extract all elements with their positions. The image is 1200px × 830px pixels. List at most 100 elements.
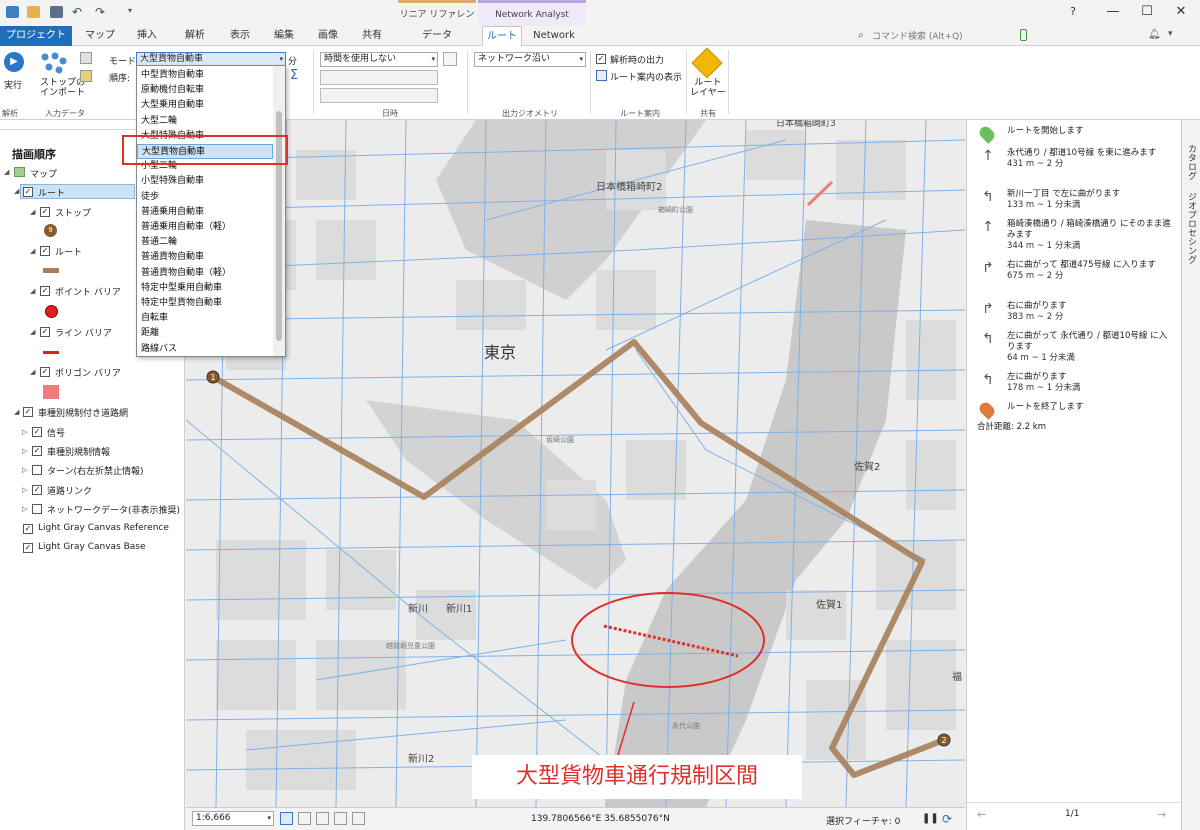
map-canvas[interactable]: 1 2 日本橋箱崎町3 日本橋箱崎町2 箱崎町公園 東京 坂崎公園 佐賀2 佐賀…: [186, 120, 965, 807]
open-project-icon[interactable]: [27, 6, 40, 18]
toc-polygon-barrier[interactable]: ポリゴン バリア: [55, 366, 121, 379]
mode-option[interactable]: 普通貨物自動車: [137, 250, 273, 265]
stop-1[interactable]: 1: [206, 370, 220, 384]
run-icon[interactable]: ▶: [4, 52, 24, 72]
route-layer-label[interactable]: ルート レイヤー: [690, 78, 726, 98]
road-link-checkbox[interactable]: ✓: [32, 485, 42, 495]
tab-edit[interactable]: 編集: [266, 26, 302, 46]
date-field[interactable]: [320, 70, 438, 85]
next-page-icon[interactable]: →: [1157, 808, 1166, 821]
sum-icon[interactable]: Σ: [290, 68, 298, 83]
mode-option[interactable]: 小型特殊自動車: [137, 174, 273, 189]
undo-icon[interactable]: ↶: [72, 5, 82, 19]
show-directions-label[interactable]: ルート案内の表示: [610, 70, 682, 83]
save-icon[interactable]: [50, 6, 63, 18]
directions-icon[interactable]: [596, 70, 607, 81]
import-stops-label[interactable]: ストップの インポート: [40, 78, 85, 98]
toc-route-layer[interactable]: ルート: [38, 186, 65, 199]
import-stops-icon[interactable]: [40, 52, 68, 74]
tab-analysis[interactable]: 解析: [176, 26, 214, 46]
toc-turn[interactable]: ターン(右左折禁止情報): [47, 464, 144, 477]
map-view[interactable]: 1 2 日本橋箱崎町3 日本橋箱崎町2 箱崎町公園 東京 坂崎公園 佐賀2 佐賀…: [186, 120, 965, 807]
customize-qat-icon[interactable]: ▾: [128, 6, 132, 15]
toc-signal[interactable]: 信号: [47, 426, 65, 439]
polygon-barrier-checkbox[interactable]: ✓: [40, 367, 50, 377]
prev-page-icon[interactable]: ←: [977, 808, 986, 821]
mode-option[interactable]: 普通乗用自動車（軽）: [137, 220, 273, 235]
output-on-solve-checkbox[interactable]: ✓: [596, 54, 606, 64]
toc-point-barrier[interactable]: ポイント バリア: [55, 285, 121, 298]
collapse-icon[interactable]: ◢: [30, 328, 35, 336]
mode-option[interactable]: 大型二輪: [137, 114, 273, 129]
time-field[interactable]: [320, 88, 438, 103]
redo-icon[interactable]: ↷: [95, 5, 105, 19]
toc-map[interactable]: マップ: [30, 167, 57, 180]
toc-canvas-base[interactable]: Light Gray Canvas Base: [38, 542, 146, 552]
side-tab-geoprocessing[interactable]: ジオプロセシング: [1184, 192, 1198, 264]
signal-checkbox[interactable]: ✓: [32, 427, 42, 437]
expand-icon[interactable]: ▷: [22, 505, 27, 513]
measure-tool-icon[interactable]: [352, 812, 365, 825]
output-on-solve-label[interactable]: 解析時の出力: [610, 53, 664, 66]
canvas-ref-checkbox[interactable]: ✓: [23, 524, 33, 534]
collapse-icon[interactable]: ◢: [14, 408, 19, 416]
toc-route[interactable]: ルート: [55, 245, 82, 258]
toc-stops[interactable]: ストップ: [55, 206, 91, 219]
tab-network[interactable]: Network: [528, 26, 580, 46]
tab-view[interactable]: 表示: [222, 26, 258, 46]
mode-option[interactable]: 特定中型乗用自動車: [137, 281, 273, 296]
toc-vehicle-info[interactable]: 車種別規制情報: [47, 445, 110, 458]
network-checkbox[interactable]: ✓: [23, 407, 33, 417]
tab-project[interactable]: プロジェクト: [0, 26, 72, 46]
toc-road-link[interactable]: 道路リンク: [47, 484, 92, 497]
side-tab-catalog[interactable]: カタログ: [1184, 144, 1198, 180]
tab-share[interactable]: 共有: [354, 26, 390, 46]
mode-option[interactable]: 大型乗用自動車: [137, 98, 273, 113]
notification-icon[interactable]: 🔔︎: [1148, 29, 1161, 40]
mode-option[interactable]: 普通二輪: [137, 235, 273, 250]
close-button[interactable]: ✕: [1166, 2, 1196, 22]
mode-option[interactable]: 普通貨物自動車（軽）: [137, 266, 273, 281]
scale-select[interactable]: 1:6,666 ▾: [192, 811, 274, 826]
expand-icon[interactable]: ▷: [22, 447, 27, 455]
dropdown-scrollbar[interactable]: [273, 66, 285, 356]
map-tool-icon[interactable]: [280, 812, 293, 825]
run-button-label[interactable]: 実行: [4, 78, 22, 91]
help-button[interactable]: ?: [1058, 2, 1088, 22]
expand-icon[interactable]: ▷: [22, 428, 27, 436]
layer-properties-icon[interactable]: [80, 52, 92, 64]
toc-network[interactable]: 車種別規制付き道路網: [38, 406, 128, 419]
mode-dropdown-list[interactable]: 中型貨物自動車 原動機付自転車 大型乗用自動車 大型二輪 大型特殊自動車 大型貨物自動車小…: [136, 65, 286, 357]
mode-option[interactable]: 中型貨物自動車: [137, 68, 273, 83]
collapse-icon[interactable]: ◢: [14, 187, 19, 195]
collapse-icon[interactable]: ◢: [30, 208, 35, 216]
toc-canvas-ref[interactable]: Light Gray Canvas Reference: [38, 523, 169, 533]
tab-imagery[interactable]: 画像: [310, 26, 346, 46]
collapse-icon[interactable]: ◢: [4, 168, 9, 176]
mode-option[interactable]: 距離: [137, 326, 273, 341]
route-layer-checkbox[interactable]: ✓: [23, 187, 33, 197]
network-data-checkbox[interactable]: [32, 504, 42, 514]
stop-2[interactable]: 2: [937, 733, 951, 747]
edit-icon[interactable]: [80, 70, 92, 82]
output-geometry-select[interactable]: ネットワーク沿い ▾: [474, 52, 586, 67]
mode-option[interactable]: 徒歩: [137, 190, 273, 205]
route-checkbox[interactable]: ✓: [40, 246, 50, 256]
tab-insert[interactable]: 挿入: [128, 26, 166, 46]
command-search-input[interactable]: コマンド検索 (Alt+Q): [872, 29, 1032, 43]
toc-line-barrier[interactable]: ライン バリア: [55, 326, 112, 339]
time-select[interactable]: 時間を使用しない ▾: [320, 52, 438, 67]
expand-icon[interactable]: ▷: [22, 486, 27, 494]
expand-icon[interactable]: ▷: [22, 466, 27, 474]
new-project-icon[interactable]: [6, 6, 19, 18]
collapse-icon[interactable]: ◢: [30, 368, 35, 376]
minimize-button[interactable]: —: [1098, 2, 1128, 22]
mode-option[interactable]: 特定中型貨物自動車: [137, 296, 273, 311]
grid-tool-icon[interactable]: [298, 812, 311, 825]
table-tool-icon[interactable]: [316, 812, 329, 825]
mode-option[interactable]: 原動機付自転車: [137, 83, 273, 98]
canvas-base-checkbox[interactable]: ✓: [23, 543, 33, 553]
vehicle-info-checkbox[interactable]: ✓: [32, 446, 42, 456]
collapse-icon[interactable]: ◢: [30, 247, 35, 255]
mode-option[interactable]: 自転車: [137, 311, 273, 326]
